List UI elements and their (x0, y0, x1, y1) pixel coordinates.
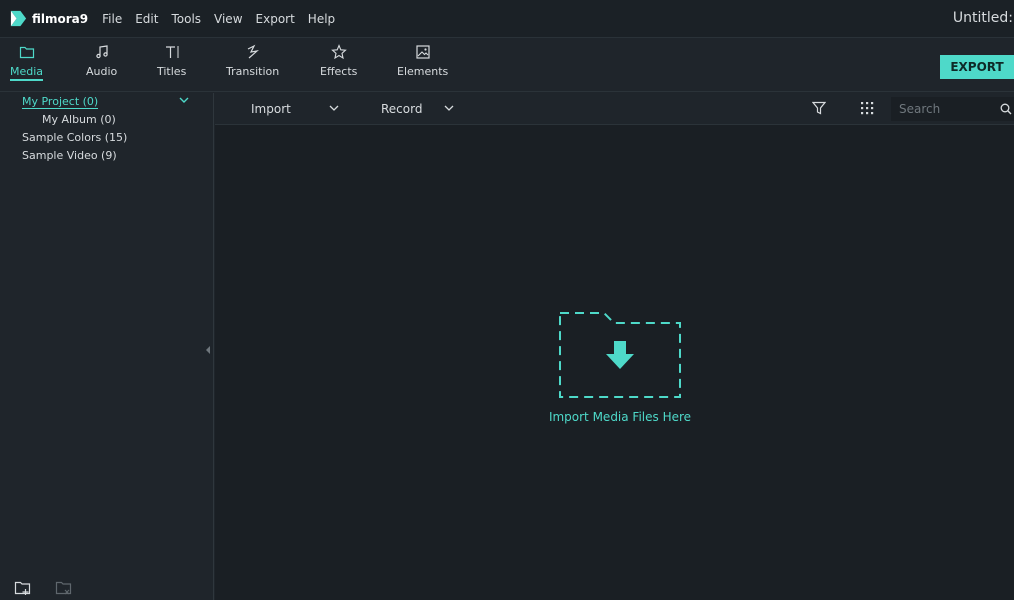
menu-tools[interactable]: Tools (171, 12, 201, 26)
tab-effects[interactable]: Effects (320, 44, 357, 78)
music-note-icon (95, 45, 108, 59)
tab-titles-label: Titles (157, 65, 187, 78)
filter-icon[interactable] (812, 101, 826, 115)
menu-file[interactable]: File (102, 12, 122, 26)
media-panel-toolbar: Import Record (215, 93, 1014, 125)
tab-media[interactable]: Media (10, 44, 44, 81)
effects-icon (330, 44, 347, 60)
filmora-logo-icon (10, 10, 27, 27)
collapse-sidebar-icon[interactable] (205, 346, 211, 354)
transition-icon (247, 44, 259, 59)
menu-edit[interactable]: Edit (135, 12, 158, 26)
search-input[interactable] (891, 97, 1014, 121)
sidebar-item-sample-colors[interactable]: Sample Colors (15) (22, 131, 127, 144)
record-dropdown[interactable]: Record (381, 102, 422, 116)
image-icon (416, 45, 430, 59)
app-logo: filmora9 (9, 9, 88, 28)
sidebar-item-my-album[interactable]: My Album (0) (42, 113, 116, 126)
app-logo-text: filmora9 (32, 11, 89, 26)
import-media-label[interactable]: Import Media Files Here (515, 410, 725, 424)
main-toolbar: Media Audio Titles Transition Effects El… (0, 39, 1014, 92)
download-arrow-icon (606, 341, 634, 369)
tab-media-label: Media (10, 65, 44, 81)
document-title: Untitled: (952, 10, 1013, 26)
record-chevron-down-icon[interactable] (444, 105, 454, 112)
import-chevron-down-icon[interactable] (329, 105, 339, 112)
chevron-down-icon[interactable] (178, 95, 190, 105)
tab-elements[interactable]: Elements (397, 44, 448, 78)
media-panel: Import Record Import Me (215, 93, 1014, 600)
tab-transition[interactable]: Transition (226, 44, 279, 78)
import-dropdown[interactable]: Import (251, 102, 291, 116)
tab-titles[interactable]: Titles (157, 44, 186, 78)
menu-bar: filmora9 File Edit Tools View Export Hel… (0, 0, 1014, 38)
tab-effects-label: Effects (320, 65, 358, 78)
media-library-sidebar: My Project (0) My Album (0) Sample Color… (0, 93, 214, 600)
sidebar-item-sample-video[interactable]: Sample Video (9) (22, 149, 117, 162)
text-icon (165, 46, 179, 58)
menu-view[interactable]: View (214, 12, 242, 26)
search-icon[interactable] (1000, 103, 1012, 115)
sidebar-item-my-project[interactable]: My Project (0) (22, 96, 99, 109)
grid-view-icon[interactable] (860, 101, 874, 115)
tab-audio[interactable]: Audio (86, 44, 117, 78)
tab-elements-label: Elements (397, 65, 449, 78)
export-button[interactable]: EXPORT (940, 55, 1014, 79)
tab-transition-label: Transition (226, 65, 280, 78)
tab-audio-label: Audio (86, 65, 118, 78)
import-media-drop-zone[interactable] (558, 311, 682, 399)
menu-export[interactable]: Export (256, 12, 295, 26)
folder-icon (19, 46, 34, 59)
add-folder-icon[interactable] (14, 580, 32, 596)
menu-help[interactable]: Help (308, 12, 335, 26)
delete-folder-icon[interactable] (55, 580, 73, 596)
